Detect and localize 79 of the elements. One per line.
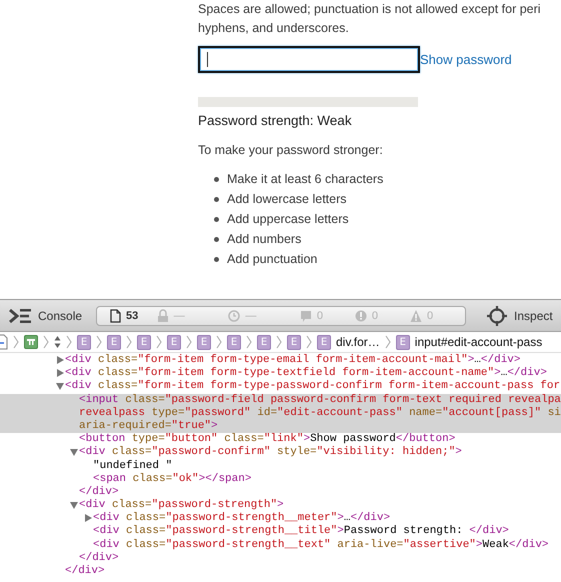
strength-label: Password strength: Weak [198,112,353,130]
element-badge: E [396,334,410,350]
network-value: — [174,310,185,322]
message-icon [300,308,312,322]
description-text: Spaces are allowed; punctuation is not allowed except for peri hyphens, and underscores. [198,1,542,37]
tip-text: Add uppercase letters [227,211,349,228]
element-badge: E [317,334,331,350]
code-line: "undefined " [92,460,174,473]
chevron-icon [216,335,222,349]
show-password-link[interactable]: Show password [420,52,512,67]
warning-icon [410,308,422,322]
chevron-icon [384,335,391,349]
text-cursor [207,52,208,67]
code-line: </div> [64,565,106,578]
expanded-arrow-icon[interactable] [70,448,78,456]
chevron-icon [156,335,162,349]
bullet-icon [214,257,219,262]
code-line: <div class="form-item form-type-password-confirm form-item-account-pass for [0,380,561,394]
code-line: <div class="form-item form-type-textfield form-item-account-name">…</div> [0,367,561,380]
bullet-icon [214,217,219,222]
code-line: <button type="button" class="link">Show password</button> [78,433,456,446]
collapsed-arrow-icon[interactable] [84,514,92,522]
code-line: <div class="password-strength__text" aria-live="assertive">Weak</div> [92,538,550,552]
lock-icon [156,308,169,322]
chevron-icon [306,335,312,349]
chevron-icon [276,335,282,349]
element-badge[interactable]: E [107,334,121,350]
console-icon [8,306,32,324]
code-line: <div class="password-confirm" style="visibility: hidden;"> [0,446,561,460]
inspect-button[interactable]: Inspect [478,304,561,326]
console-button[interactable]: Console [0,306,90,324]
document-icon [109,308,122,322]
tip-text: Add lowercase letters [227,191,347,208]
chevron-icon [13,335,19,349]
clock-icon [228,308,240,322]
password-field[interactable] [198,46,420,73]
error-icon [354,308,367,322]
timeline-value: — [245,310,256,322]
code-line: <div class="password-strength"> [0,499,561,512]
warning-count: 0 [426,310,434,322]
tip-text: Make it at least 6 characters [227,171,384,188]
element-badge[interactable]: E [197,334,211,350]
tips-intro-text: To make your password stronger: [198,142,384,159]
expanded-arrow-icon[interactable] [56,382,64,390]
chevron-icon [126,335,132,349]
chevron-icon [96,335,102,349]
frame-icon[interactable] [24,335,38,349]
bullet-icon [214,197,219,202]
crosshair-icon [486,304,508,326]
up-down-arrows-icon[interactable] [54,335,61,349]
code-line: <div class="form-item form-type-email form-item-account-mail">…</div> [0,354,561,368]
collapsed-arrow-icon[interactable] [56,356,64,364]
chevron-icon [43,335,49,349]
chevron-icon [246,335,252,349]
resource-count: 53 [126,310,138,322]
code-line: </div> [78,486,120,499]
element-badge[interactable]: E [77,334,91,350]
code-line: <div class="password-strength__title">Password strength: </div> [92,525,510,539]
tip-text: Add numbers [227,231,302,248]
chevron-icon [66,335,72,349]
breadcrumb-item[interactable]: E input#edit-account-pass [396,334,542,350]
code-line: </div> [78,552,120,565]
element-badge[interactable]: E [287,334,301,350]
code-line: <span class="ok"></span> [92,472,252,486]
expanded-arrow-icon[interactable] [70,501,78,510]
log-count: 0 [316,310,323,322]
element-badge[interactable]: E [167,334,181,350]
element-badge[interactable]: E [257,334,271,350]
error-count: 0 [372,310,378,322]
bullet-icon [214,237,219,242]
tip-text: Add punctuation [227,251,318,268]
breadcrumb-item[interactable]: E div.for… [317,334,380,350]
element-badge[interactable]: E [227,334,241,350]
code-line: <div class="password-strength__meter">…</div> [0,512,561,526]
document-icon[interactable] [0,334,8,350]
chevron-icon [186,335,192,349]
element-badge[interactable]: E [137,334,151,350]
bullet-icon [214,177,219,182]
collapsed-arrow-icon[interactable] [56,369,64,378]
